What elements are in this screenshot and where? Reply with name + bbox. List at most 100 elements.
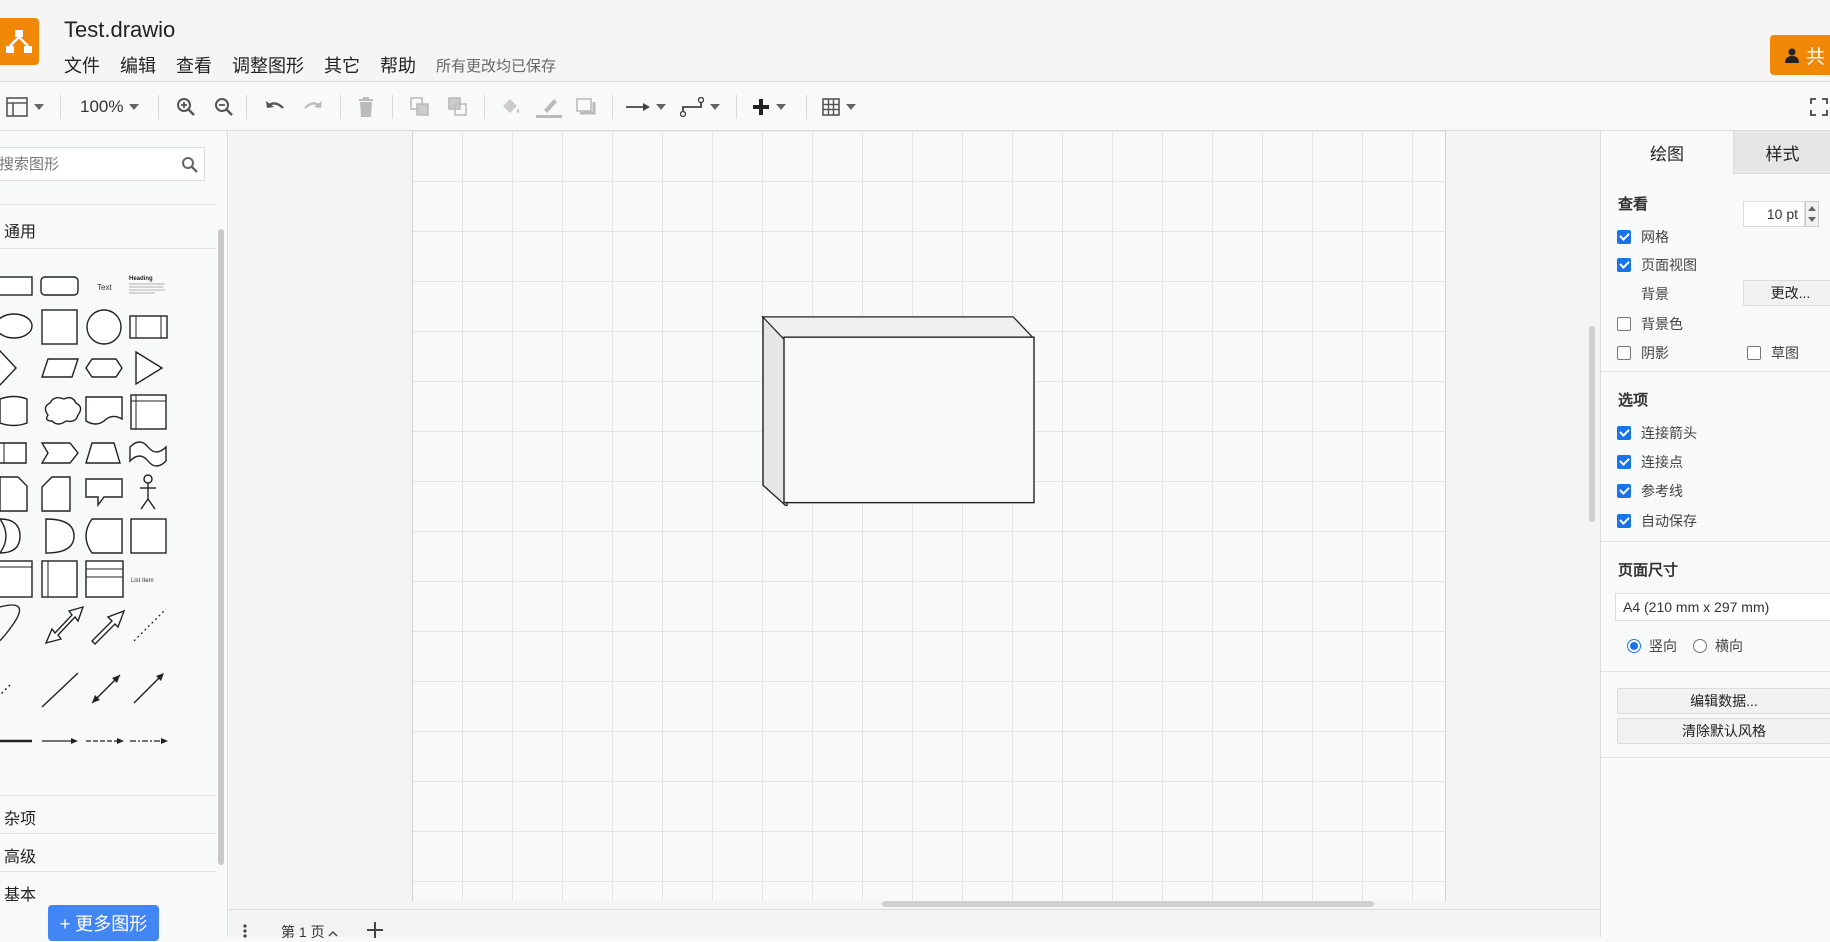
sidebar-scrollbar[interactable] [218,229,224,865]
autosave-checkbox[interactable]: 自动保存 [1617,511,1697,531]
grid-checkbox[interactable]: 网格 [1617,227,1669,247]
menu-view[interactable]: 查看 [176,52,212,78]
divider [0,204,216,205]
spinner-arrows-icon[interactable] [1805,201,1819,227]
menu-file[interactable]: 文件 [64,52,100,78]
page-tab-1[interactable]: 第 1 页 [281,922,338,942]
section-basic[interactable]: 基本 [4,881,36,905]
shape-tape [129,441,167,467]
shadow-label: 阴影 [1641,345,1669,361]
options-section-title: 选项 [1618,392,1649,409]
horizontal-scrollbar[interactable] [882,901,1374,907]
connection-icon [626,103,650,111]
insert-dropdown[interactable] [752,93,786,121]
table-dropdown[interactable] [822,93,856,121]
line-color-icon [536,99,562,118]
redo-button[interactable] [302,93,324,121]
shape-search-input[interactable] [0,148,169,180]
page-size-select[interactable]: A4 (210 mm x 297 mm) [1615,593,1830,621]
cube-front-face [783,336,1035,504]
checkbox-checked-icon [1617,258,1631,272]
diagram-canvas[interactable] [229,131,1601,909]
landscape-label: 横向 [1715,638,1743,654]
grid-size-input[interactable]: 10 pt [1743,201,1805,227]
menu-edit[interactable]: 编辑 [120,52,156,78]
drawio-logo-icon [0,18,39,65]
menu-bar: 文件 编辑 查看 调整图形 其它 帮助 所有更改均已保存 [64,52,556,78]
shadow-checkbox[interactable]: 阴影 [1617,343,1669,363]
shape-note [0,476,28,512]
divider [0,795,216,796]
tab-diagram[interactable]: 绘图 [1601,131,1733,174]
waypoints-dropdown[interactable] [680,93,720,121]
line-color-button[interactable] [536,93,562,121]
diagram-page[interactable] [412,131,1446,901]
to-back-icon [448,97,467,116]
shape-arrow [91,609,126,645]
fullscreen-button[interactable] [1810,93,1828,121]
connection-style-dropdown[interactable] [626,93,666,121]
undo-button[interactable] [264,93,286,121]
file-name[interactable]: Test.drawio [64,17,175,43]
section-misc[interactable]: 杂项 [4,805,36,829]
view-section-title: 查看 [1618,196,1649,213]
autosave-label: 自动保存 [1641,513,1697,529]
divider [1601,757,1830,758]
shadow-button[interactable] [576,93,596,121]
more-shapes-button[interactable]: + 更多图形 [48,905,159,941]
tab-style[interactable]: 样式 [1733,131,1830,174]
shapes-sidebar: 通用 [0,131,228,941]
to-front-button[interactable] [410,93,430,121]
section-general[interactable]: 通用 [4,218,36,242]
pages-menu-icon[interactable] [243,924,247,938]
shape-palette: Text Heading List Item [0,276,168,744]
toolbar-divider [806,95,807,119]
waypoints-icon [680,97,704,117]
clear-default-style-button[interactable]: 清除默认风格 [1617,718,1830,744]
shape-callout [85,478,123,508]
table-icon [822,98,840,116]
chevron-up-icon [328,931,338,937]
fill-color-button[interactable] [500,93,522,121]
sketch-checkbox[interactable]: 草图 [1747,343,1799,363]
delete-button[interactable] [357,93,375,121]
zoom-dropdown[interactable]: 100% [80,93,140,121]
shape-hexagon [85,358,123,378]
to-front-icon [410,97,429,116]
shape-cloud [44,396,82,425]
connection-arrows-label: 连接箭头 [1641,425,1697,441]
cube-shape[interactable] [761,316,1041,506]
change-background-button[interactable]: 更改... [1743,280,1830,306]
zoom-out-button[interactable] [214,93,234,121]
guides-checkbox[interactable]: 参考线 [1617,481,1683,501]
vertical-scrollbar[interactable] [1589,326,1595,522]
checkbox-unchecked-icon [1617,346,1631,360]
menu-help[interactable]: 帮助 [380,52,416,78]
checkbox-checked-icon [1617,426,1631,440]
checkbox-checked-icon [1617,484,1631,498]
portrait-radio[interactable]: 竖向 [1627,636,1677,656]
share-button[interactable]: 共 [1770,35,1830,75]
edit-data-button[interactable]: 编辑数据... [1617,688,1830,714]
insert-icon [753,99,769,115]
menu-extras[interactable]: 其它 [324,52,360,78]
shape-directional-line [133,676,161,704]
divider [0,833,216,834]
shape-diamond [0,349,17,387]
search-icon[interactable] [181,156,198,173]
section-advanced[interactable]: 高级 [4,843,36,867]
chevron-down-icon [776,104,786,110]
format-panel-toggle[interactable] [6,93,44,121]
zoom-in-button[interactable] [176,93,196,121]
page-view-checkbox[interactable]: 页面视图 [1617,255,1697,275]
format-panel: 绘图 样式 查看 网格 10 pt 页面视图 背景 更改... 背景色 阴影 草… [1600,131,1830,937]
divider [1601,671,1830,672]
to-back-button[interactable] [448,93,468,121]
connection-points-checkbox[interactable]: 连接点 [1617,452,1683,472]
menu-arrange[interactable]: 调整图形 [232,52,304,78]
page-size-section-title: 页面尺寸 [1618,562,1679,579]
landscape-radio[interactable]: 横向 [1693,636,1743,656]
add-page-icon[interactable] [367,922,383,938]
connection-arrows-checkbox[interactable]: 连接箭头 [1617,423,1697,443]
background-color-checkbox[interactable]: 背景色 [1617,314,1683,334]
